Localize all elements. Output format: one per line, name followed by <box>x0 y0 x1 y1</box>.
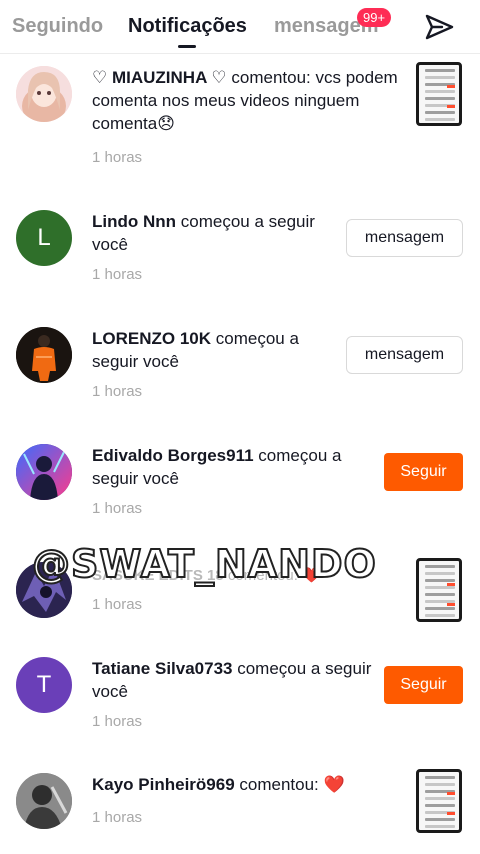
notification-action: comentou: ❤️ <box>234 775 345 794</box>
avatar[interactable] <box>16 327 72 383</box>
follow-button[interactable]: Seguir <box>384 453 463 491</box>
username[interactable]: Edivaldo Borges911 <box>92 446 254 465</box>
notification-text: LORENZO 10K começou a seguir você <box>92 327 332 373</box>
avatar[interactable] <box>16 66 72 122</box>
message-button[interactable]: mensagem <box>346 336 463 374</box>
timestamp: 1 horas <box>92 596 143 613</box>
timestamp: 1 horas <box>92 266 143 283</box>
tab-seguindo[interactable]: Seguindo <box>12 15 103 38</box>
video-thumbnail[interactable] <box>416 62 462 126</box>
follow-button[interactable]: Seguir <box>384 666 463 704</box>
timestamp: 1 horas <box>92 500 143 517</box>
notification-text: Tatiane Silva0733 começou a seguir você <box>92 657 382 703</box>
notification-text: ♡ MIAUZINHA ♡ comentou: vcs podem coment… <box>92 66 402 135</box>
avatar[interactable] <box>16 444 72 500</box>
video-thumbnail[interactable] <box>416 769 462 833</box>
timestamp: 1 horas <box>92 809 143 826</box>
notification-text: Lindo Nnn começou a seguir você <box>92 210 332 256</box>
watermark-text: @SWAT_NANDO <box>31 541 377 587</box>
username[interactable]: ♡ MIAUZINHA ♡ <box>92 68 227 87</box>
timestamp: 1 horas <box>92 713 143 730</box>
avatar-letter: T <box>36 671 52 698</box>
username[interactable]: Lindo Nnn <box>92 212 176 231</box>
timestamp: 1 horas <box>92 383 143 400</box>
send-icon[interactable] <box>422 10 456 44</box>
username[interactable]: Tatiane Silva0733 <box>92 659 233 678</box>
avatar[interactable]: T <box>16 657 72 713</box>
notification-text: Edivaldo Borges911 começou a seguir você <box>92 444 382 490</box>
avatar[interactable]: L <box>16 210 72 266</box>
username[interactable]: LORENZO 10K <box>92 329 211 348</box>
active-tab-indicator <box>178 45 196 48</box>
video-thumbnail[interactable] <box>416 558 462 622</box>
username[interactable]: Kayo Pinheirö969 <box>92 775 235 794</box>
tab-notificacoes[interactable]: Notificações <box>128 15 247 38</box>
top-navigation: Seguindo Notificações mensagem 99+ <box>0 0 480 54</box>
avatar-letter: L <box>37 224 51 251</box>
timestamp: 1 horas <box>92 149 143 166</box>
messages-badge: 99+ <box>357 8 392 27</box>
avatar[interactable] <box>16 773 72 829</box>
message-button[interactable]: mensagem <box>346 219 463 257</box>
notification-text: Kayo Pinheirö969 comentou: ❤️ <box>92 773 382 796</box>
